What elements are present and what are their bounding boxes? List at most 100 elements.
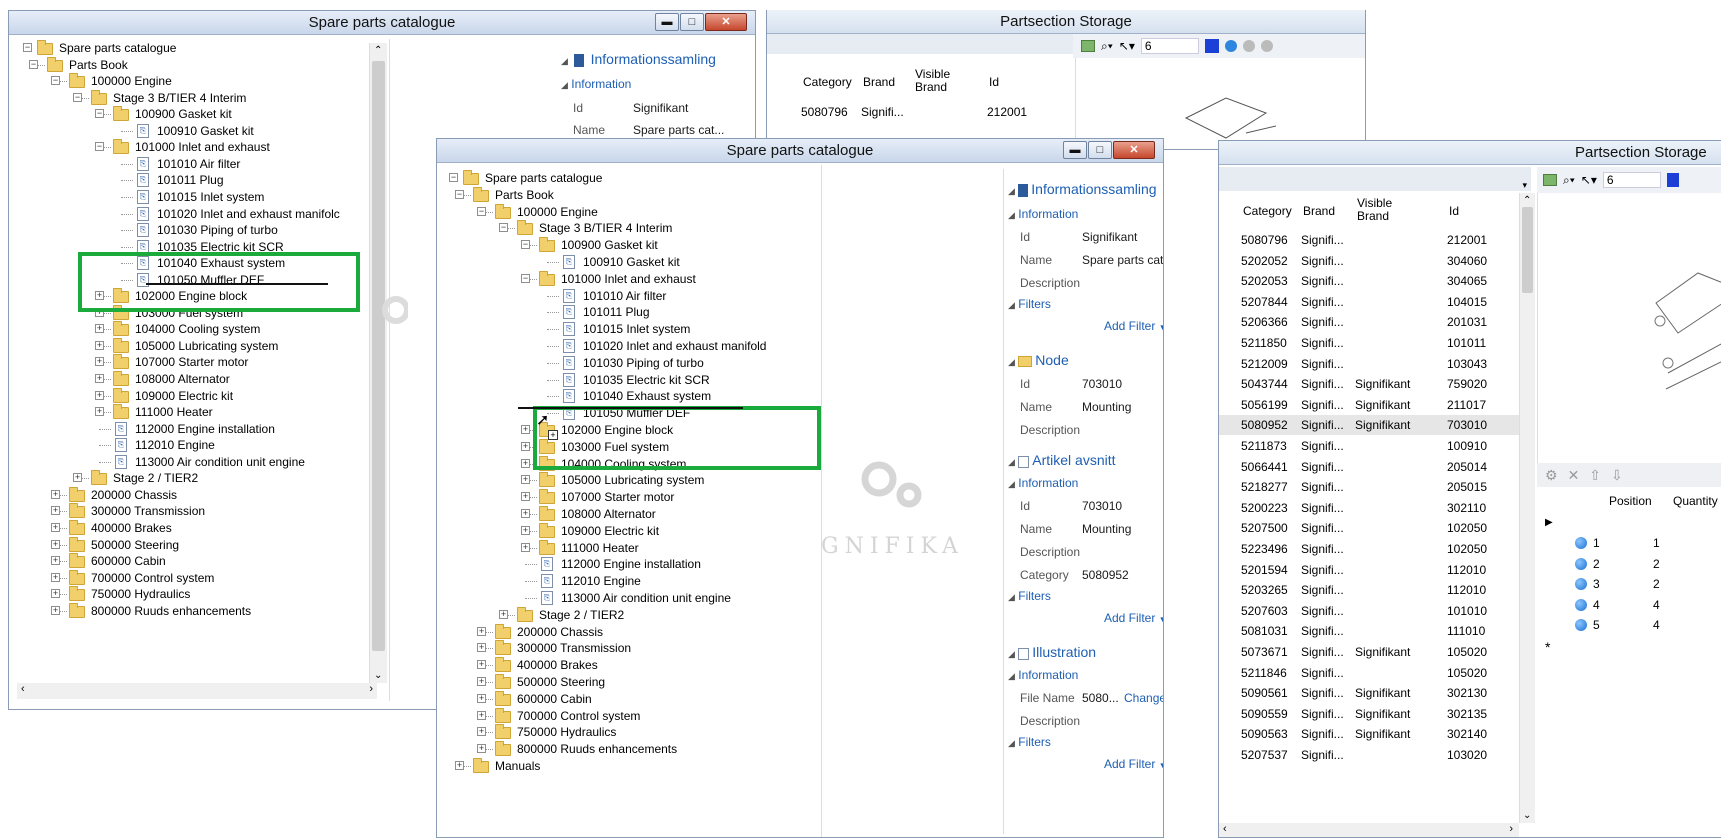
tree-node-item[interactable]: − 100900 Gasket kit (443, 236, 823, 254)
expand-toggle-icon[interactable]: + (477, 626, 486, 636)
tree-leaf-item[interactable]: ⎘ 100910 Gasket kit (17, 122, 387, 140)
maximize-button[interactable]: □ (680, 13, 704, 31)
grid-cell[interactable]: 205015 (1447, 477, 1487, 498)
maximize-button[interactable]: □ (1088, 141, 1112, 159)
tree-node-item[interactable]: +200000 Chassis (443, 623, 823, 641)
grid-cell[interactable]: 5080952 (1241, 415, 1288, 436)
tree-node-item[interactable]: + Stage 2 / TIER2 (17, 469, 387, 487)
table-row[interactable]: 5223496 Signifi... 102050 (1219, 539, 1519, 559)
pointer-icon[interactable]: ↖▾ (1581, 173, 1597, 187)
grid-cell[interactable]: Signifikant (1355, 415, 1410, 436)
grid-cell[interactable]: Signifi... (1301, 395, 1344, 416)
tree-leaf-item[interactable]: ⎘ 101010 Air filter (17, 155, 387, 173)
grid-cell[interactable]: 105020 (1447, 642, 1487, 663)
move-up-icon[interactable]: ⇧ (1589, 467, 1601, 484)
grid-cell[interactable]: 5080796 (1241, 230, 1288, 251)
grid-cell[interactable]: 5207500 (1241, 518, 1288, 539)
grid-cell[interactable]: 5200223 (1241, 498, 1288, 519)
tree-node-item[interactable]: +750000 Hydraulics (17, 585, 387, 603)
grid-cell[interactable]: 101011 (1447, 333, 1486, 354)
grid-cell[interactable]: Signifikant (1355, 724, 1410, 745)
expand-toggle-icon[interactable]: + (51, 539, 60, 549)
grid-cell[interactable]: Signifi... (1301, 354, 1344, 375)
expand-toggle-icon[interactable]: + (95, 340, 104, 350)
minimize-button[interactable]: ▬ (1063, 141, 1087, 159)
expand-toggle-icon[interactable]: + (521, 441, 530, 451)
grid-cell[interactable]: 5073671 (1241, 642, 1288, 663)
expand-toggle-icon[interactable]: + (455, 761, 464, 770)
grid-cell[interactable]: Signifi... (1301, 415, 1344, 436)
grid-cell[interactable]: 5090561 (1241, 683, 1288, 704)
table-row[interactable]: 5202052 Signifi... 304060 (1219, 251, 1519, 271)
tree-node-item[interactable]: +107000 Starter motor (443, 488, 823, 506)
table-row[interactable]: 5211873 Signifi... 100910 (1219, 436, 1519, 456)
grid-cell[interactable]: 5218277 (1241, 477, 1288, 498)
scroll-down-icon[interactable]: ⌄ (374, 670, 382, 681)
grid-cell[interactable]: 5206366 (1241, 312, 1288, 333)
column-header-quantity[interactable]: Quantity (1673, 491, 1718, 512)
close-button[interactable]: ✕ (705, 13, 747, 31)
collapse-toggle-icon[interactable]: − (95, 142, 104, 152)
collapse-toggle-icon[interactable]: − (521, 240, 530, 250)
add-filter-button[interactable]: Add Filter ▼ (1104, 319, 1163, 333)
tree-leaf-item[interactable]: ⎘ 112010 Engine (443, 572, 823, 590)
table-row[interactable]: 5090561 Signifi... Signifikant 302130 (1219, 683, 1519, 703)
collapse-toggle-icon[interactable]: − (51, 76, 60, 86)
table-row[interactable]: 5056199 Signifi... Signifikant 211017 (1219, 395, 1519, 415)
column-header-category[interactable]: Category (803, 72, 852, 93)
position-row[interactable]: 44 (1537, 595, 1721, 615)
grid-cell[interactable]: 302140 (1447, 724, 1487, 745)
tree-node-item[interactable]: − 101000 Inlet and exhaust (443, 270, 823, 288)
expand-toggle-icon[interactable]: + (521, 542, 530, 552)
table-row[interactable]: 5218277 Signifi... 205015 (1219, 477, 1519, 497)
scroll-left-icon[interactable]: ‹ (21, 683, 25, 695)
grid-cell[interactable]: 5211850 (1241, 333, 1287, 354)
tree-node-item[interactable]: +400000 Brakes (443, 656, 823, 674)
back-tree-hscroll[interactable]: ‹ › (17, 683, 377, 699)
expand-toggle-icon[interactable]: + (477, 660, 486, 670)
table-row[interactable]: 5090563 Signifi... Signifikant 302140 (1219, 724, 1519, 744)
collapse-toggle-icon[interactable]: − (73, 92, 82, 102)
image-icon[interactable] (1543, 174, 1557, 186)
grid-cell[interactable]: 1 (1653, 533, 1660, 554)
column-header-visible-brand[interactable]: Visible Brand (915, 68, 975, 94)
table-row[interactable]: 5043744 Signifi... Signifikant 759020 (1219, 374, 1519, 394)
grid-cell[interactable]: 201031 (1447, 312, 1487, 333)
tree-node-item[interactable]: +800000 Ruuds enhancements (443, 740, 823, 758)
grid-cell[interactable]: Signifikant (1355, 704, 1410, 725)
grid-cell[interactable]: 111010 (1447, 621, 1485, 642)
back-zoom-value[interactable]: 6 (1140, 38, 1199, 54)
grid-cell[interactable]: Signifi... (1301, 312, 1344, 333)
grid-cell[interactable]: 759020 (1447, 374, 1487, 395)
grid-cell[interactable]: 211017 (1447, 395, 1486, 416)
grid-cell[interactable]: 703010 (1447, 415, 1487, 436)
grid-cell[interactable]: Signifi... (1301, 251, 1344, 272)
grid-cell[interactable]: 100910 (1447, 436, 1487, 457)
zoom-icon[interactable]: ⌕▾ (1563, 173, 1575, 188)
grid-cell[interactable]: 5202052 (1241, 251, 1288, 272)
circle-blue-icon[interactable] (1224, 40, 1237, 52)
tree-node-item[interactable]: − Spare parts catalogue (443, 169, 823, 187)
expand-toggle-icon[interactable]: + (499, 609, 508, 619)
expand-toggle-icon[interactable]: + (477, 710, 486, 720)
collapse-toggle-icon[interactable]: − (477, 206, 486, 216)
grid-cell[interactable]: Signifi... (861, 102, 904, 123)
tree-leaf-item[interactable]: ⎘ 101015 Inlet system (17, 188, 387, 206)
tree-node-item[interactable]: + Manuals (443, 757, 823, 775)
color-swatch-icon[interactable] (1204, 39, 1219, 53)
column-header-brand[interactable]: Brand (1303, 201, 1335, 222)
grid-cell[interactable]: 5203265 (1241, 580, 1288, 601)
tree-node-item[interactable]: +200000 Chassis (17, 486, 387, 504)
tree-node-item[interactable]: +500000 Steering (443, 673, 823, 691)
grid-cell[interactable]: Signifi... (1301, 745, 1344, 766)
add-filter-button[interactable]: Add Filter ▼ (1104, 611, 1163, 625)
expand-toggle-icon[interactable]: + (521, 492, 530, 502)
grid-cell[interactable]: Signifikant (1355, 395, 1410, 416)
grid-cell[interactable]: 5201594 (1241, 560, 1288, 581)
grid-cell[interactable]: 5090559 (1241, 704, 1288, 725)
collapse-toggle-icon[interactable]: − (29, 59, 38, 69)
expand-toggle-icon[interactable]: + (51, 572, 60, 582)
grid-cell[interactable]: 5207603 (1241, 601, 1288, 622)
table-row[interactable]: 5073671 Signifi... Signifikant 105020 (1219, 642, 1519, 662)
tree-splitter[interactable] (821, 165, 822, 837)
